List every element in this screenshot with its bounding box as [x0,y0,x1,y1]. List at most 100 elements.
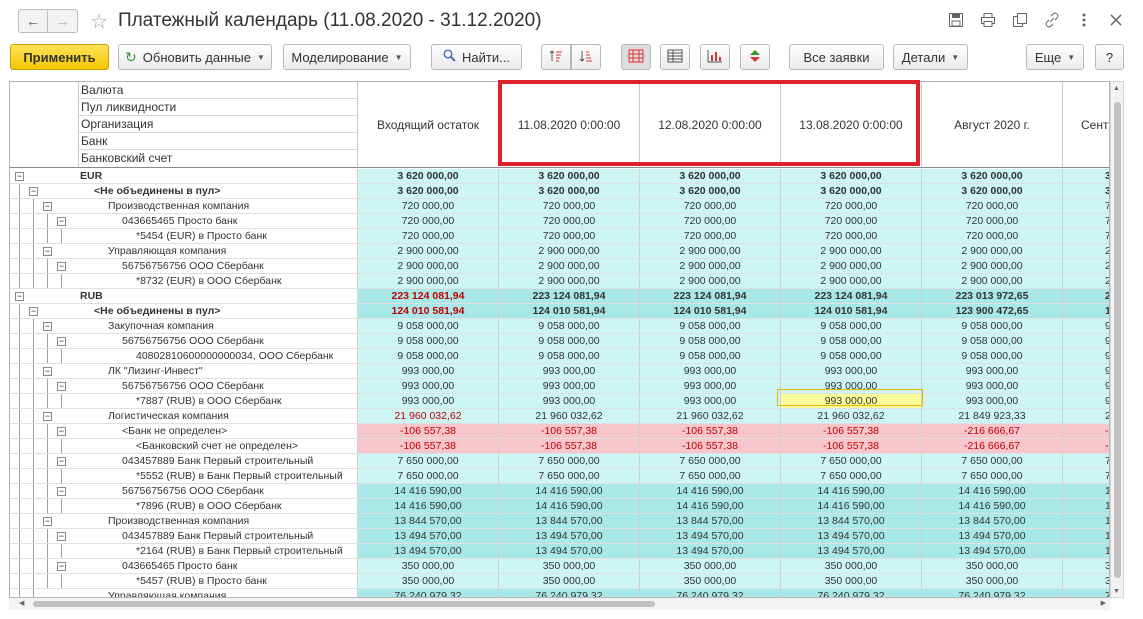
value-cell[interactable]: 720 000,00 [640,199,781,214]
row-name-cell[interactable]: − Производственная компания [10,199,358,214]
value-cell[interactable]: 7 650 000,00 [922,454,1063,469]
table-row[interactable]: *7887 (RUB) в ООО Сбербанк 993 000,00 993 … [10,394,1109,409]
value-cell[interactable]: 720 000,00 [499,199,640,214]
collapse-toggle-icon[interactable]: − [57,262,66,271]
row-name-cell[interactable]: − Производственная компания [10,514,358,529]
value-cell[interactable]: 350 000,00 [922,559,1063,574]
help-button[interactable]: ? [1095,44,1124,70]
value-cell[interactable]: -216 666,67 [922,424,1063,439]
table-row[interactable]: − ЛК "Лизинг-Инвест" 993 000,00 993 000,00 9… [10,364,1109,379]
value-cell[interactable]: 9 [1063,319,1109,334]
value-cell[interactable]: 7 650 000,00 [781,454,922,469]
dimension-header[interactable]: Банковский счет [79,150,357,167]
forward-button[interactable]: → [48,9,78,33]
row-name-cell[interactable]: − <Не объединены в пул> [10,304,358,319]
value-cell[interactable]: 9 058 000,00 [781,319,922,334]
value-cell[interactable]: 14 416 590,00 [781,484,922,499]
scroll-down-icon[interactable]: ▼ [1113,588,1120,595]
print-icon[interactable] [979,11,997,29]
row-name-cell[interactable]: − Закупочная компания [10,319,358,334]
value-cell[interactable]: 3 [1063,574,1109,589]
value-cell[interactable]: 223 124 081,94 [499,289,640,304]
row-name-cell[interactable]: − ЛК "Лизинг-Инвест" [10,364,358,379]
value-cell[interactable]: 223 124 081,94 [640,289,781,304]
value-cell[interactable]: 9 [1063,379,1109,394]
value-cell[interactable]: 13 494 570,00 [358,529,499,544]
row-name-cell[interactable]: *7887 (RUB) в ООО Сбербанк [10,394,358,409]
value-cell[interactable]: 124 010 581,94 [781,304,922,319]
value-cell[interactable]: 993 000,00 [640,364,781,379]
collapse-toggle-icon[interactable]: − [15,172,24,181]
collapse-toggle-icon[interactable]: − [43,517,52,526]
dimension-header[interactable]: Организация [79,116,357,133]
column-header[interactable]: Сент [1063,82,1109,168]
value-cell[interactable]: 13 494 570,00 [922,544,1063,559]
row-name-cell[interactable]: − RUB [10,289,358,304]
value-cell[interactable]: 3 620 000,00 [922,169,1063,184]
value-cell[interactable]: 350 000,00 [640,574,781,589]
value-cell[interactable]: 2 [1063,244,1109,259]
value-cell[interactable]: 3 620 000,00 [499,169,640,184]
row-name-cell[interactable]: − 56756756756 ООО Сбербанк [10,334,358,349]
value-cell[interactable]: 76 240 979,32 [781,589,922,597]
collapse-toggle-icon[interactable]: − [57,457,66,466]
table-row[interactable]: −043665465 Просто банк 350 000,00 350 000,… [10,559,1109,574]
value-cell[interactable]: 2 900 000,00 [499,259,640,274]
value-cell[interactable]: 350 000,00 [499,559,640,574]
value-cell[interactable]: 7 650 000,00 [358,469,499,484]
value-cell[interactable]: 2 900 000,00 [358,244,499,259]
table-row[interactable]: 40802810600000000034, ООО Сбербанк 9 058 … [10,349,1109,364]
value-cell[interactable]: 13 494 570,00 [640,529,781,544]
collapse-toggle-icon[interactable]: − [29,307,38,316]
table-row[interactable]: −56756756756 ООО Сбербанк 993 000,00 993 0… [10,379,1109,394]
value-cell[interactable]: 350 000,00 [499,574,640,589]
collapse-toggle-icon[interactable]: − [57,532,66,541]
horizontal-scrollbar[interactable]: ◀ ▶ [9,598,1110,610]
value-cell[interactable]: 993 000,00 [358,379,499,394]
value-cell[interactable]: 3 [1063,559,1109,574]
value-cell[interactable]: 7 [1063,199,1109,214]
value-cell[interactable]: -106 557,38 [781,439,922,454]
value-cell[interactable]: 993 000,00 [781,364,922,379]
table-row[interactable]: −56756756756 ООО Сбербанк 14 416 590,00 14… [10,484,1109,499]
value-cell[interactable]: 2 900 000,00 [499,244,640,259]
copy-icon[interactable] [1011,11,1029,29]
table-row[interactable]: *8732 (EUR) в ООО Сбербанк 2 900 000,00 2 … [10,274,1109,289]
collapse-toggle-icon[interactable]: − [57,427,66,436]
vertical-scroll-thumb[interactable] [1114,102,1121,578]
collapse-toggle-icon[interactable]: − [43,322,52,331]
value-cell[interactable]: 2 900 000,00 [922,259,1063,274]
table-row[interactable]: − Логистическая компания 21 960 032,62 21 9… [10,409,1109,424]
value-cell[interactable]: 9 [1063,394,1109,409]
row-name-cell[interactable]: − 043665465 Просто банк [10,214,358,229]
value-cell[interactable]: 350 000,00 [358,559,499,574]
value-cell[interactable]: 13 844 570,00 [781,514,922,529]
modeling-button[interactable]: Моделирование ▼ [283,44,411,70]
row-name-cell[interactable]: *5454 (EUR) в Просто банк [10,229,358,244]
value-cell[interactable]: 13 [1063,544,1109,559]
value-cell[interactable]: 350 000,00 [640,559,781,574]
value-cell[interactable]: 2 900 000,00 [922,244,1063,259]
value-cell[interactable]: 2 900 000,00 [640,274,781,289]
value-cell[interactable]: 720 000,00 [358,214,499,229]
value-cell[interactable]: -106 557,38 [640,424,781,439]
chart-button[interactable] [700,44,730,70]
value-cell[interactable]: 76 240 979,32 [499,589,640,597]
value-cell[interactable]: 13 844 570,00 [499,514,640,529]
value-cell[interactable]: 2 900 000,00 [358,259,499,274]
value-cell[interactable]: 7 [1063,454,1109,469]
value-cell[interactable]: 2 900 000,00 [781,274,922,289]
menu-icon[interactable] [1075,11,1093,29]
collapse-toggle-icon[interactable]: − [43,412,52,421]
row-name-cell[interactable]: − 043457889 Банк Первый строительный [10,529,358,544]
value-cell[interactable]: 9 058 000,00 [499,349,640,364]
value-cell[interactable]: 9 058 000,00 [922,349,1063,364]
value-cell[interactable]: 720 000,00 [922,229,1063,244]
vertical-scrollbar[interactable]: ▲ ▼ [1110,81,1124,598]
value-cell[interactable]: 223 013 972,65 [922,289,1063,304]
dimension-header[interactable]: Валюта [79,82,357,99]
value-cell[interactable]: 76 240 979,32 [922,589,1063,597]
details-button[interactable]: Детали ▼ [893,44,968,70]
value-cell[interactable]: 123 900 472,65 [922,304,1063,319]
dimension-header[interactable]: Пул ликвидности [79,99,357,116]
